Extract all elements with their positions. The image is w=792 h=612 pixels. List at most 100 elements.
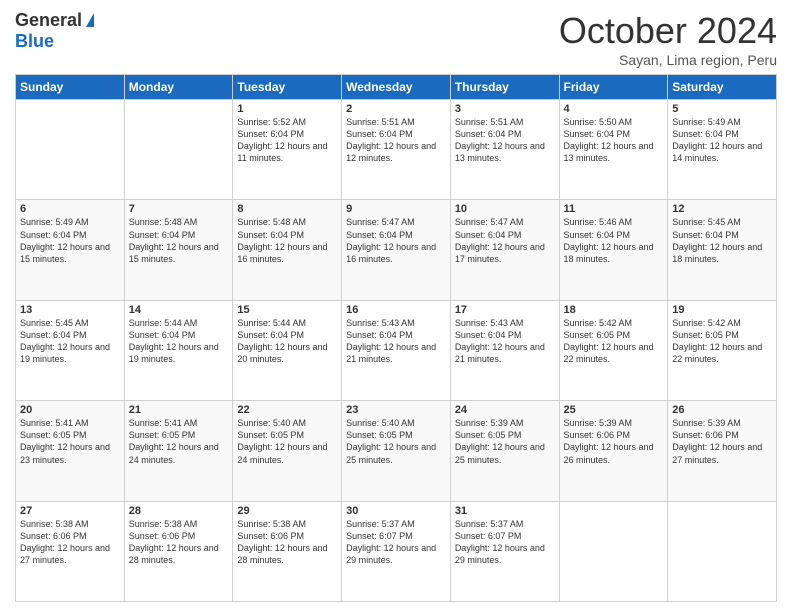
day-number: 13	[20, 304, 120, 316]
day-number: 30	[346, 505, 446, 517]
day-number: 10	[455, 203, 555, 215]
logo-triangle-icon	[86, 13, 94, 27]
day-number: 12	[672, 203, 772, 215]
day-number: 11	[564, 203, 664, 215]
calendar-day-cell: 4 Sunrise: 5:50 AMSunset: 6:04 PMDaylight…	[559, 100, 668, 200]
calendar-day-cell: 8 Sunrise: 5:48 AMSunset: 6:04 PMDaylight…	[233, 200, 342, 300]
day-number: 31	[455, 505, 555, 517]
day-number: 8	[237, 203, 337, 215]
weekday-header: Sunday	[16, 75, 125, 100]
day-info: Sunrise: 5:48 AMSunset: 6:04 PMDaylight:…	[237, 217, 327, 263]
day-info: Sunrise: 5:39 AMSunset: 6:06 PMDaylight:…	[564, 418, 654, 464]
calendar-day-cell: 15Sunrise: 5:44 AMSunset: 6:04 PMDayligh…	[233, 300, 342, 400]
day-info: Sunrise: 5:38 AMSunset: 6:06 PMDaylight:…	[129, 519, 219, 565]
day-number: 26	[672, 404, 772, 416]
weekday-header: Friday	[559, 75, 668, 100]
day-number: 22	[237, 404, 337, 416]
day-info: Sunrise: 5:51 AMSunset: 6:04 PMDaylight:…	[455, 117, 545, 163]
day-number: 7	[129, 203, 229, 215]
day-number: 29	[237, 505, 337, 517]
day-info: Sunrise: 5:40 AMSunset: 6:05 PMDaylight:…	[346, 418, 436, 464]
day-info: Sunrise: 5:38 AMSunset: 6:06 PMDaylight:…	[237, 519, 327, 565]
calendar-day-cell: 27 Sunrise: 5:38 AMSunset: 6:06 PMDayligh…	[16, 501, 125, 601]
day-info: Sunrise: 5:41 AMSunset: 6:05 PMDaylight:…	[129, 418, 219, 464]
day-number: 6	[20, 203, 120, 215]
calendar-day-cell	[16, 100, 125, 200]
weekday-header: Thursday	[450, 75, 559, 100]
calendar-day-cell: 5Sunrise: 5:49 AMSunset: 6:04 PMDaylight…	[668, 100, 777, 200]
weekday-header: Wednesday	[342, 75, 451, 100]
day-info: Sunrise: 5:49 AMSunset: 6:04 PMDaylight:…	[672, 117, 762, 163]
calendar-day-cell: 11 Sunrise: 5:46 AMSunset: 6:04 PMDayligh…	[559, 200, 668, 300]
day-info: Sunrise: 5:39 AMSunset: 6:06 PMDaylight:…	[672, 418, 762, 464]
calendar-day-cell: 2 Sunrise: 5:51 AMSunset: 6:04 PMDaylight…	[342, 100, 451, 200]
day-info: Sunrise: 5:46 AMSunset: 6:04 PMDaylight:…	[564, 217, 654, 263]
day-info: Sunrise: 5:42 AMSunset: 6:05 PMDaylight:…	[672, 318, 762, 364]
calendar-day-cell: 3 Sunrise: 5:51 AMSunset: 6:04 PMDaylight…	[450, 100, 559, 200]
page: General Blue October 2024 Sayan, Lima re…	[0, 0, 792, 612]
day-info: Sunrise: 5:38 AMSunset: 6:06 PMDaylight:…	[20, 519, 110, 565]
day-info: Sunrise: 5:37 AMSunset: 6:07 PMDaylight:…	[455, 519, 545, 565]
day-number: 2	[346, 103, 446, 115]
calendar-day-cell: 18Sunrise: 5:42 AMSunset: 6:05 PMDayligh…	[559, 300, 668, 400]
day-number: 4	[564, 103, 664, 115]
day-number: 17	[455, 304, 555, 316]
calendar-week-row: 27 Sunrise: 5:38 AMSunset: 6:06 PMDayligh…	[16, 501, 777, 601]
day-number: 21	[129, 404, 229, 416]
day-info: Sunrise: 5:41 AMSunset: 6:05 PMDaylight:…	[20, 418, 110, 464]
logo-general-text: General	[15, 10, 82, 31]
day-info: Sunrise: 5:50 AMSunset: 6:04 PMDaylight:…	[564, 117, 654, 163]
calendar-day-cell: 16Sunrise: 5:43 AMSunset: 6:04 PMDayligh…	[342, 300, 451, 400]
calendar-day-cell: 28 Sunrise: 5:38 AMSunset: 6:06 PMDayligh…	[124, 501, 233, 601]
day-info: Sunrise: 5:39 AMSunset: 6:05 PMDaylight:…	[455, 418, 545, 464]
day-info: Sunrise: 5:43 AMSunset: 6:04 PMDaylight:…	[455, 318, 545, 364]
calendar-day-cell: 14Sunrise: 5:44 AMSunset: 6:04 PMDayligh…	[124, 300, 233, 400]
calendar-table: SundayMondayTuesdayWednesdayThursdayFrid…	[15, 74, 777, 602]
day-info: Sunrise: 5:45 AMSunset: 6:04 PMDaylight:…	[20, 318, 110, 364]
day-info: Sunrise: 5:51 AMSunset: 6:04 PMDaylight:…	[346, 117, 436, 163]
day-number: 28	[129, 505, 229, 517]
weekday-header: Tuesday	[233, 75, 342, 100]
calendar-week-row: 6 Sunrise: 5:49 AMSunset: 6:04 PMDaylight…	[16, 200, 777, 300]
day-info: Sunrise: 5:45 AMSunset: 6:04 PMDaylight:…	[672, 217, 762, 263]
calendar-day-cell: 6 Sunrise: 5:49 AMSunset: 6:04 PMDaylight…	[16, 200, 125, 300]
day-info: Sunrise: 5:49 AMSunset: 6:04 PMDaylight:…	[20, 217, 110, 263]
day-number: 16	[346, 304, 446, 316]
calendar-day-cell: 20 Sunrise: 5:41 AMSunset: 6:05 PMDayligh…	[16, 401, 125, 501]
day-info: Sunrise: 5:48 AMSunset: 6:04 PMDaylight:…	[129, 217, 219, 263]
day-info: Sunrise: 5:47 AMSunset: 6:04 PMDaylight:…	[346, 217, 436, 263]
day-number: 19	[672, 304, 772, 316]
day-number: 25	[564, 404, 664, 416]
calendar-week-row: 1 Sunrise: 5:52 AMSunset: 6:04 PMDaylight…	[16, 100, 777, 200]
calendar-day-cell: 21 Sunrise: 5:41 AMSunset: 6:05 PMDayligh…	[124, 401, 233, 501]
day-info: Sunrise: 5:47 AMSunset: 6:04 PMDaylight:…	[455, 217, 545, 263]
month-title: October 2024	[559, 10, 777, 52]
day-number: 20	[20, 404, 120, 416]
header: General Blue October 2024 Sayan, Lima re…	[15, 10, 777, 68]
calendar-day-cell: 26 Sunrise: 5:39 AMSunset: 6:06 PMDayligh…	[668, 401, 777, 501]
day-number: 23	[346, 404, 446, 416]
day-number: 3	[455, 103, 555, 115]
calendar-day-cell: 30Sunrise: 5:37 AMSunset: 6:07 PMDayligh…	[342, 501, 451, 601]
calendar-day-cell: 10 Sunrise: 5:47 AMSunset: 6:04 PMDayligh…	[450, 200, 559, 300]
calendar-day-cell: 31 Sunrise: 5:37 AMSunset: 6:07 PMDayligh…	[450, 501, 559, 601]
day-info: Sunrise: 5:52 AMSunset: 6:04 PMDaylight:…	[237, 117, 327, 163]
calendar-day-cell: 23 Sunrise: 5:40 AMSunset: 6:05 PMDayligh…	[342, 401, 451, 501]
calendar-day-cell: 7 Sunrise: 5:48 AMSunset: 6:04 PMDaylight…	[124, 200, 233, 300]
calendar-day-cell: 22 Sunrise: 5:40 AMSunset: 6:05 PMDayligh…	[233, 401, 342, 501]
calendar-week-row: 13 Sunrise: 5:45 AMSunset: 6:04 PMDayligh…	[16, 300, 777, 400]
day-info: Sunrise: 5:40 AMSunset: 6:05 PMDaylight:…	[237, 418, 327, 464]
calendar-day-cell: 9Sunrise: 5:47 AMSunset: 6:04 PMDaylight…	[342, 200, 451, 300]
calendar-day-cell: 24Sunrise: 5:39 AMSunset: 6:05 PMDayligh…	[450, 401, 559, 501]
calendar-day-cell: 25 Sunrise: 5:39 AMSunset: 6:06 PMDayligh…	[559, 401, 668, 501]
logo: General Blue	[15, 10, 94, 52]
calendar-day-cell: 1 Sunrise: 5:52 AMSunset: 6:04 PMDaylight…	[233, 100, 342, 200]
location-subtitle: Sayan, Lima region, Peru	[559, 52, 777, 68]
calendar-day-cell: 19 Sunrise: 5:42 AMSunset: 6:05 PMDayligh…	[668, 300, 777, 400]
day-number: 27	[20, 505, 120, 517]
calendar-day-cell: 17 Sunrise: 5:43 AMSunset: 6:04 PMDayligh…	[450, 300, 559, 400]
day-info: Sunrise: 5:44 AMSunset: 6:04 PMDaylight:…	[129, 318, 219, 364]
day-number: 1	[237, 103, 337, 115]
calendar-day-cell	[124, 100, 233, 200]
calendar-day-cell: 29 Sunrise: 5:38 AMSunset: 6:06 PMDayligh…	[233, 501, 342, 601]
